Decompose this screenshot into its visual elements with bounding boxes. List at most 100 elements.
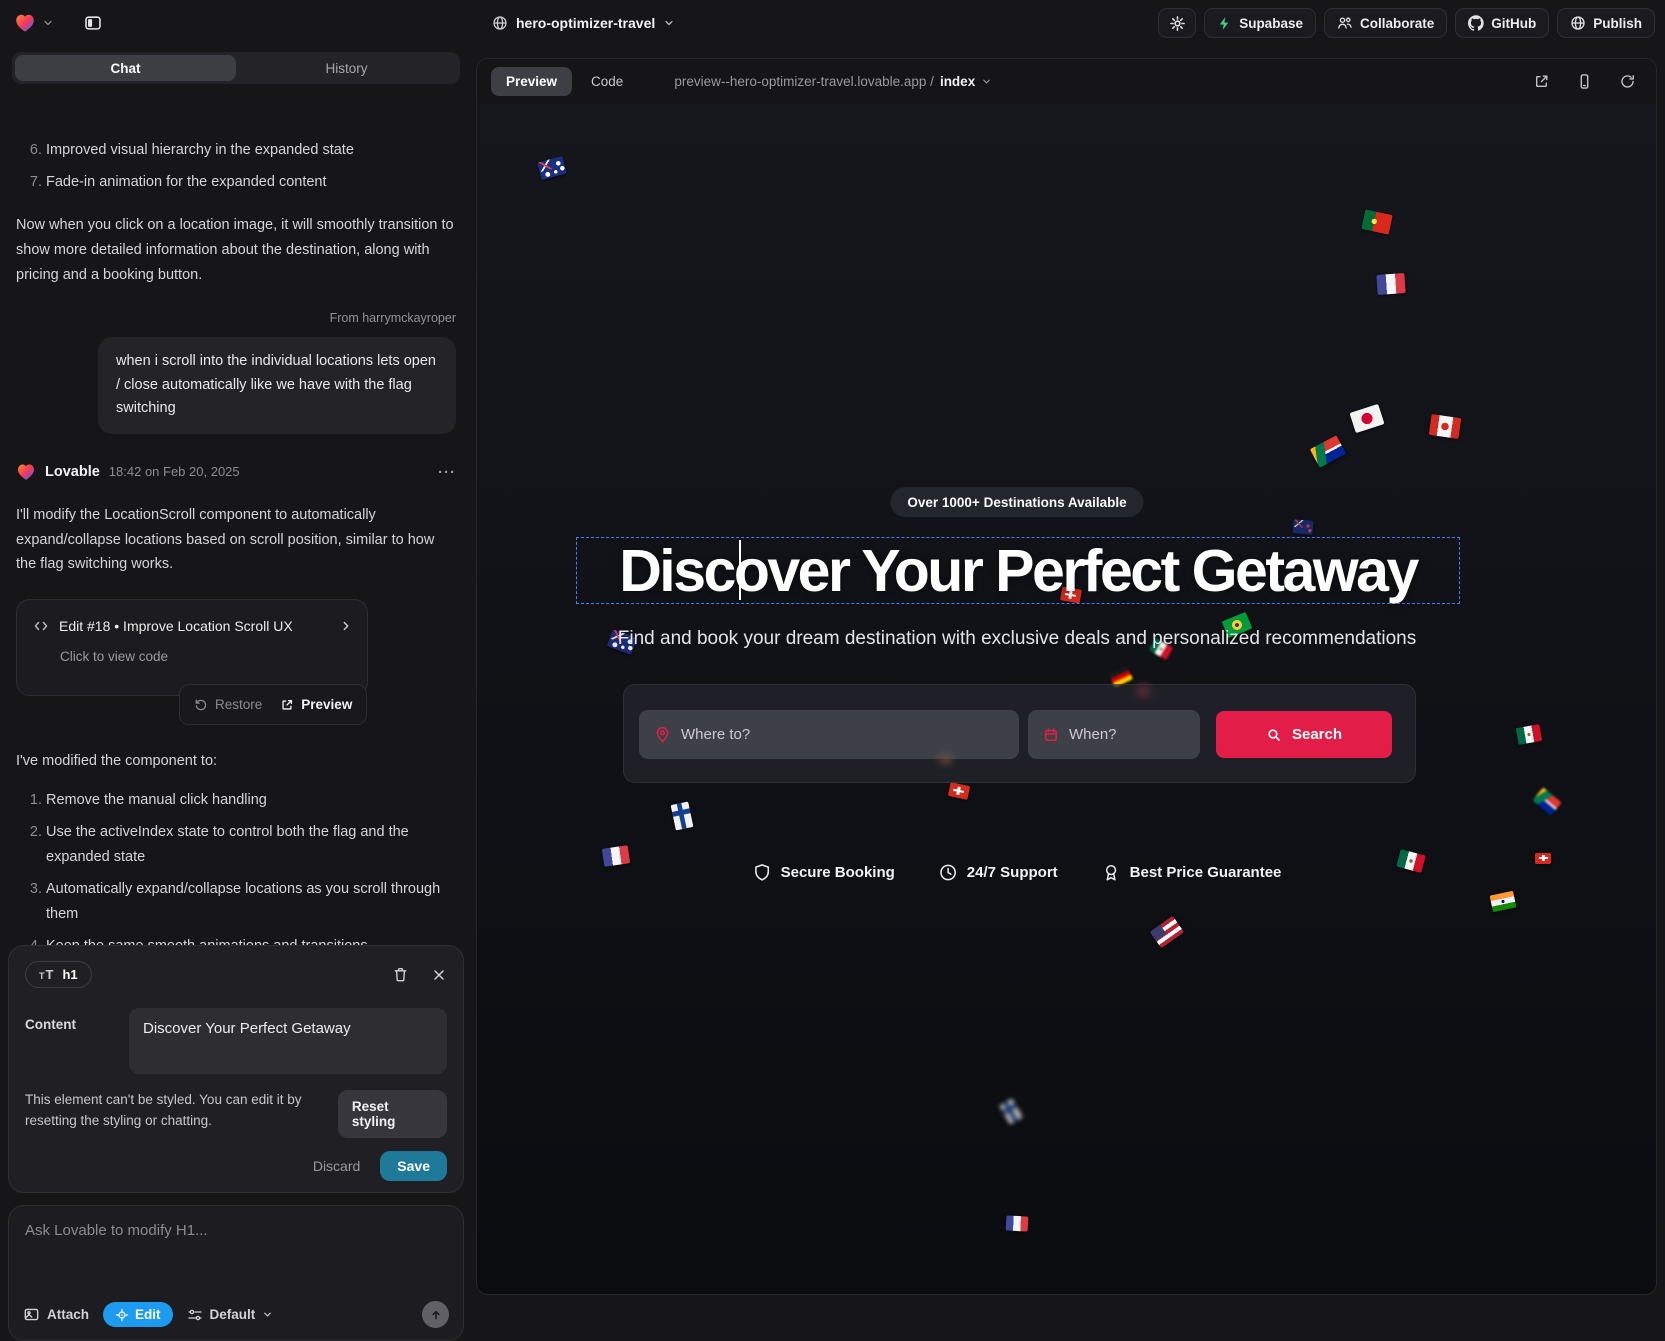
settings-button[interactable]: [1158, 8, 1196, 38]
message-author-label: From harrymckayroper: [16, 308, 456, 330]
tab-code[interactable]: Code: [576, 67, 638, 96]
restore-icon: [194, 698, 208, 712]
external-link-icon: [280, 698, 294, 712]
preview-toolbar: Preview Code preview--hero-optimizer-tra…: [477, 59, 1656, 103]
preview-button[interactable]: Preview: [280, 693, 352, 716]
feature-price-guarantee: Best Price Guarantee: [1102, 863, 1282, 882]
search-label: Search: [1292, 726, 1342, 743]
tab-history[interactable]: History: [236, 55, 457, 81]
project-switcher[interactable]: hero-optimizer-travel: [492, 0, 675, 46]
edit-card-title: Edit #18 • Improve Location Scroll UX: [59, 614, 329, 638]
topbar: hero-optimizer-travel Supabase Collabora…: [0, 0, 1665, 46]
chevron-right-icon[interactable]: [339, 619, 353, 633]
flag-ch-decoration: [1535, 853, 1551, 864]
attach-label: Attach: [47, 1307, 89, 1322]
flag-za-decoration: [1310, 435, 1346, 468]
search-container: Where to? When? Search: [623, 684, 1416, 783]
flag-us-decoration: [1150, 916, 1184, 948]
save-button[interactable]: Save: [380, 1151, 447, 1181]
mobile-view-icon[interactable]: [1576, 73, 1593, 90]
reset-styling-button[interactable]: Reset styling: [338, 1090, 447, 1138]
flag-fi-decoration: [670, 801, 693, 830]
code-icon: [33, 618, 49, 634]
search-button[interactable]: Search: [1216, 711, 1392, 758]
feature-support: 24/7 Support: [939, 863, 1058, 882]
chat-list-item: Use the activeIndex state to control bot…: [46, 820, 456, 870]
clock-icon: [939, 863, 958, 882]
search-icon: [1266, 727, 1282, 743]
supabase-button[interactable]: Supabase: [1204, 8, 1316, 38]
publish-globe-icon: [1570, 15, 1586, 31]
chat-sidebar: Chat History Improved visual hierarchy i…: [0, 46, 472, 1303]
collaborate-label: Collaborate: [1360, 16, 1434, 31]
flag-mx-decoration: [1516, 724, 1543, 745]
destinations-badge: Over 1000+ Destinations Available: [890, 487, 1143, 517]
element-tag-name: h1: [62, 967, 77, 982]
element-selection-outline[interactable]: Discover Your Perfect Getaway: [576, 537, 1460, 604]
flag-ca-decoration: [1429, 414, 1462, 439]
content-textarea[interactable]: Discover Your Perfect Getaway: [129, 1008, 447, 1074]
flag-pt-decoration: [1361, 209, 1393, 234]
element-tag-pill[interactable]: h1: [25, 961, 92, 988]
text-caret: [739, 540, 741, 600]
edit-version-card[interactable]: Edit #18 • Improve Location Scroll UX Cl…: [16, 599, 368, 695]
github-label: GitHub: [1491, 16, 1536, 31]
flag-in-decoration: [1489, 890, 1516, 912]
feature-row: Secure Booking 24/7 Support Best Price G…: [753, 863, 1282, 882]
flag-au-decoration: [537, 156, 567, 180]
chevron-down-icon[interactable]: [42, 17, 54, 29]
flag-fr-decoration: [602, 845, 630, 866]
flag-nz-decoration: [1292, 519, 1313, 535]
message-menu-icon[interactable]: [438, 465, 456, 480]
hero-subtitle: Find and book your dream destination wit…: [618, 628, 1416, 650]
globe-icon: [492, 15, 508, 31]
when-input[interactable]: When?: [1028, 710, 1200, 759]
supabase-label: Supabase: [1239, 16, 1303, 31]
publish-button[interactable]: Publish: [1557, 8, 1655, 38]
url-text: preview--hero-optimizer-travel.lovable.a…: [674, 74, 934, 89]
award-icon: [1102, 863, 1121, 882]
chevron-down-icon: [262, 1309, 273, 1320]
edit-card-subtitle: Click to view code: [60, 645, 353, 668]
flag-fi-decoration: [999, 1098, 1023, 1125]
tab-preview[interactable]: Preview: [491, 67, 572, 96]
discard-button[interactable]: Discard: [313, 1158, 360, 1174]
github-icon: [1468, 15, 1484, 31]
attach-button[interactable]: Attach: [23, 1306, 89, 1323]
lovable-heart-icon: [16, 462, 36, 482]
flag-fr-decoration: [1006, 1215, 1029, 1231]
github-button[interactable]: GitHub: [1455, 8, 1549, 38]
sliders-icon: [187, 1307, 203, 1323]
flag-fr-decoration: [1376, 273, 1405, 295]
chat-input[interactable]: Ask Lovable to modify H1...: [25, 1222, 447, 1239]
flag-jp-decoration: [1349, 403, 1384, 432]
collaborate-button[interactable]: Collaborate: [1324, 8, 1447, 38]
mode-label: Default: [210, 1307, 256, 1322]
close-icon[interactable]: [431, 966, 447, 983]
image-attach-icon: [23, 1306, 40, 1323]
type-icon: [39, 967, 53, 982]
preview-label: Preview: [301, 693, 352, 716]
calendar-icon: [1043, 727, 1059, 743]
lovable-logo-icon[interactable]: [14, 12, 36, 34]
sidebar-toggle-button[interactable]: [78, 8, 108, 38]
restore-preview-toolbar: Restore Preview: [179, 684, 367, 725]
refresh-icon[interactable]: [1619, 73, 1636, 90]
location-pin-icon: [654, 726, 671, 743]
send-button[interactable]: [422, 1301, 449, 1328]
people-icon: [1337, 15, 1353, 31]
edit-label: Edit: [135, 1307, 161, 1322]
edit-mode-button[interactable]: Edit: [103, 1302, 173, 1327]
trash-icon[interactable]: [392, 966, 409, 983]
mode-selector[interactable]: Default: [187, 1307, 274, 1323]
project-name: hero-optimizer-travel: [516, 15, 655, 31]
feature-label: 24/7 Support: [967, 864, 1058, 881]
tab-chat[interactable]: Chat: [15, 55, 236, 81]
preview-viewport[interactable]: Over 1000+ Destinations Available Discov…: [477, 103, 1656, 1294]
open-external-icon[interactable]: [1533, 73, 1550, 90]
where-input[interactable]: Where to?: [639, 710, 1019, 759]
chevron-down-icon: [663, 17, 675, 29]
sidebar-tabs: Chat History: [12, 52, 460, 84]
restore-button[interactable]: Restore: [194, 693, 262, 716]
preview-url[interactable]: preview--hero-optimizer-travel.lovable.a…: [674, 74, 992, 89]
